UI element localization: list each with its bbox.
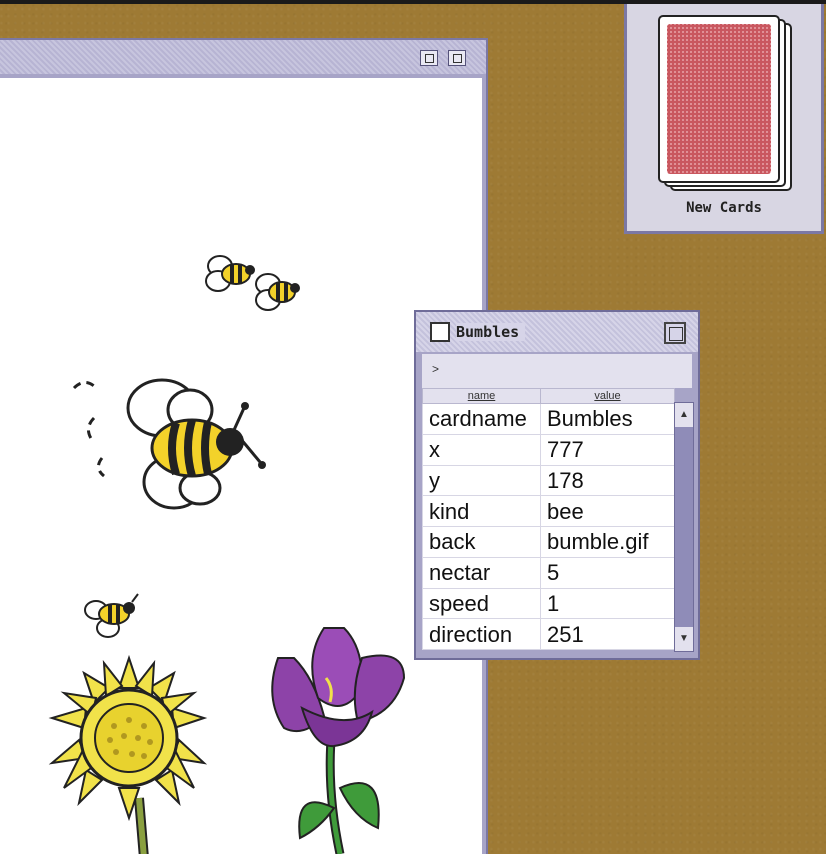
properties-table: name value cardname Bumbles x 777 y 178 …	[422, 388, 675, 650]
path-arrow-icon[interactable]: >	[432, 362, 439, 376]
scroll-up-icon[interactable]: ▲	[675, 403, 693, 427]
window-icon[interactable]	[430, 322, 450, 342]
table-row[interactable]: kind bee	[422, 495, 675, 527]
property-value[interactable]: 777	[540, 433, 675, 466]
column-header-value[interactable]: value	[540, 388, 675, 404]
card-window-titlebar[interactable]	[0, 40, 486, 74]
property-value[interactable]: 251	[540, 618, 675, 650]
property-name: kind	[422, 495, 541, 527]
zoom-icon[interactable]	[420, 50, 438, 66]
property-name: nectar	[422, 556, 541, 589]
close-icon[interactable]	[664, 322, 686, 344]
new-cards-label: New Cards	[686, 200, 762, 216]
table-row[interactable]: x 777	[422, 433, 675, 466]
property-name: back	[422, 526, 541, 558]
property-name: x	[422, 433, 541, 466]
small-bee-sprite[interactable]	[80, 586, 144, 642]
scroll-down-icon[interactable]: ▼	[675, 627, 693, 651]
collapse-icon[interactable]	[448, 50, 466, 66]
table-row[interactable]: back bumble.gif	[422, 526, 675, 558]
property-name: cardname	[422, 403, 541, 435]
table-row[interactable]: nectar 5	[422, 556, 675, 589]
column-header-name[interactable]: name	[422, 388, 541, 404]
inspector-titlebar[interactable]: Bumbles	[416, 312, 698, 352]
property-value[interactable]: bee	[540, 495, 675, 527]
property-name: direction	[422, 618, 541, 650]
property-name: y	[422, 464, 541, 497]
new-cards-deck[interactable]: New Cards	[624, 4, 824, 234]
sunflower-sprite[interactable]	[44, 648, 214, 854]
table-row[interactable]: cardname Bumbles	[422, 403, 675, 435]
property-value[interactable]: 1	[540, 587, 675, 620]
table-row[interactable]: speed 1	[422, 587, 675, 620]
card-deck-icon[interactable]	[657, 14, 797, 196]
inspector-window[interactable]: Bumbles > name value cardname Bumbles x …	[414, 310, 700, 660]
property-value[interactable]: Bumbles	[540, 403, 675, 435]
table-row[interactable]: direction 251	[422, 618, 675, 650]
inspector-scrollbar[interactable]: ▲ ▼	[674, 402, 694, 652]
card-canvas[interactable]	[0, 78, 482, 854]
bee-pair-sprite[interactable]	[200, 246, 310, 326]
property-value[interactable]: 5	[540, 556, 675, 589]
inspector-path-bar[interactable]: >	[422, 354, 692, 388]
property-value[interactable]: bumble.gif	[540, 526, 675, 558]
table-row[interactable]: y 178	[422, 464, 675, 497]
bee-sprite[interactable]	[64, 368, 274, 518]
property-name: speed	[422, 587, 541, 620]
property-value[interactable]: 178	[540, 464, 675, 497]
inspector-title: Bumbles	[456, 323, 526, 341]
iris-sprite[interactable]	[254, 618, 414, 854]
